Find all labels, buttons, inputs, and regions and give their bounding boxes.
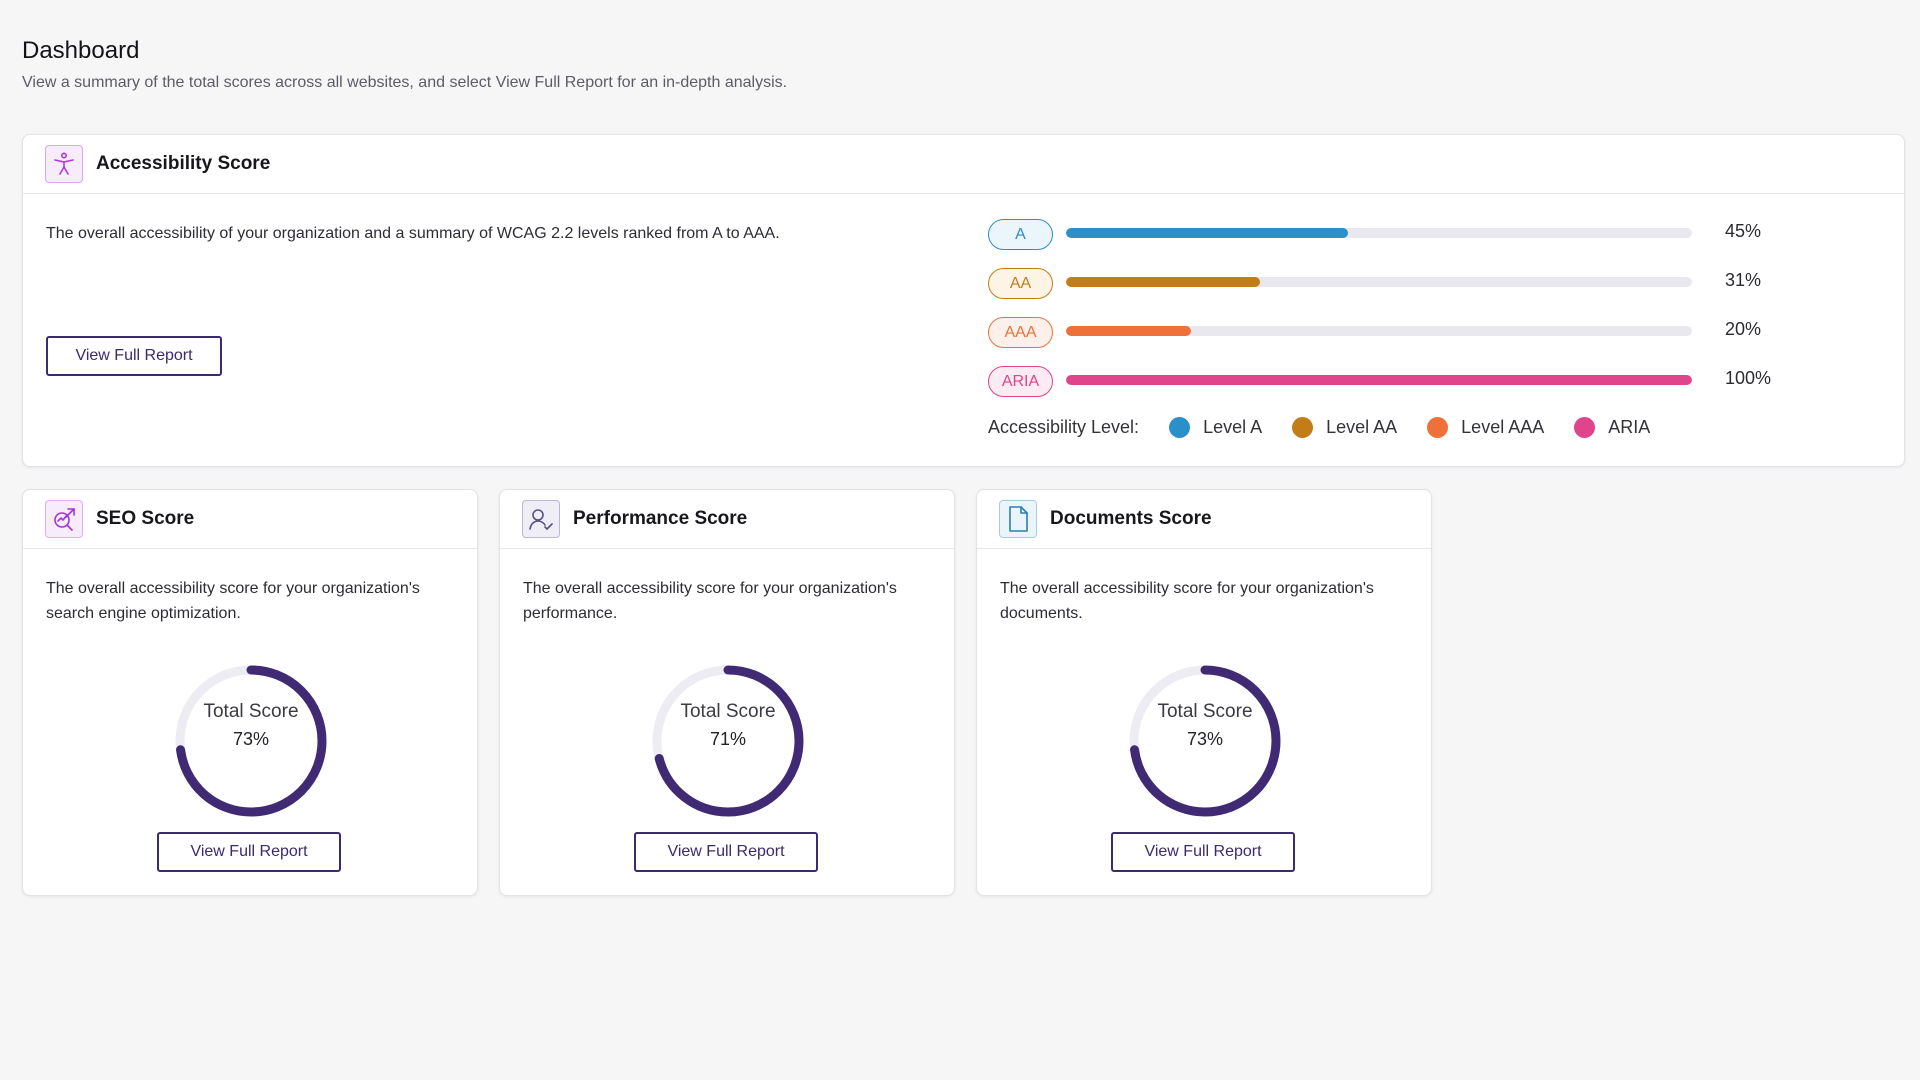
- legend-items: Level A Level AA Level AAA ARIA: [1169, 417, 1680, 438]
- score-card-description: The overall accessibility score for your…: [46, 580, 420, 622]
- view-full-report-button[interactable]: View Full Report: [634, 832, 818, 872]
- score-card-title: Performance Score: [573, 508, 748, 529]
- accessibility-person-icon: [45, 145, 83, 183]
- accessibility-description: The overall accessibility of your organi…: [46, 225, 780, 242]
- score-card-description: The overall accessibility score for your…: [523, 580, 897, 622]
- legend-dot: [1292, 417, 1314, 438]
- total-score-label: Total Score: [680, 701, 776, 722]
- accessibility-card-header: Accessibility Score: [23, 135, 1904, 194]
- level-pill: AA: [988, 268, 1053, 299]
- level-percent: 31%: [1725, 270, 1762, 290]
- score-card-header: Documents Score: [977, 490, 1431, 549]
- legend-item: Level AAA: [1427, 417, 1544, 438]
- level-bar-fill: [1066, 326, 1192, 336]
- page-subtitle: View a summary of the total scores acros…: [22, 74, 788, 91]
- legend-label: ARIA: [1608, 417, 1651, 437]
- legend-item: Level AA: [1292, 417, 1397, 438]
- dashboard-page: Dashboard View a summary of the total sc…: [0, 0, 1920, 1080]
- legend-label: Level AA: [1326, 417, 1398, 437]
- score-card-header: Performance Score: [500, 490, 954, 549]
- level-pill: ARIA: [988, 366, 1053, 397]
- level-bar-track: [1066, 228, 1692, 238]
- performance-user-icon: [522, 500, 560, 538]
- donut-center-label: Total Score 73%: [161, 701, 341, 750]
- total-score-label: Total Score: [203, 701, 299, 722]
- level-bar-track: [1066, 326, 1692, 336]
- view-full-report-button[interactable]: View Full Report: [1111, 832, 1295, 872]
- accessibility-level-bars: A 45% AA 31% AAA 20% ARIA 100%: [988, 219, 1788, 415]
- document-icon: [999, 500, 1037, 538]
- score-card: SEO Score The overall accessibility score…: [22, 489, 478, 896]
- level-bar-fill: [1066, 228, 1348, 238]
- legend-dot: [1574, 417, 1596, 438]
- legend-dot: [1427, 417, 1449, 438]
- total-score-label: Total Score: [1157, 701, 1253, 722]
- donut-center-label: Total Score 73%: [1115, 701, 1295, 750]
- legend-label: Level AAA: [1461, 417, 1545, 437]
- score-card-title: Documents Score: [1050, 508, 1212, 529]
- total-score-value: 71%: [709, 729, 747, 749]
- legend-label: Level A: [1203, 417, 1263, 437]
- legend-item: ARIA: [1574, 417, 1650, 438]
- score-card: Performance Score The overall accessibili…: [499, 489, 955, 896]
- legend-dot: [1169, 417, 1191, 438]
- level-percent: 45%: [1725, 221, 1762, 241]
- legend-title: Accessibility Level:: [988, 417, 1140, 437]
- level-bar-track: [1066, 375, 1692, 385]
- level-bar-track: [1066, 277, 1692, 287]
- level-percent: 100%: [1725, 368, 1772, 388]
- seo-search-trend-icon: [45, 500, 83, 538]
- score-card: Documents Score The overall accessibility…: [976, 489, 1432, 896]
- accessibility-bar-row: ARIA 100%: [988, 366, 1788, 415]
- accessibility-score-card: Accessibility Score The overall accessib…: [22, 134, 1905, 467]
- legend-item: Level A: [1169, 417, 1262, 438]
- page-title: Dashboard: [22, 37, 140, 64]
- level-bar-fill: [1066, 277, 1261, 287]
- level-bar-fill: [1066, 375, 1692, 385]
- level-percent: 20%: [1725, 319, 1762, 339]
- donut-center-label: Total Score 71%: [638, 701, 818, 750]
- accessibility-bar-row: AA 31%: [988, 268, 1788, 317]
- score-card-header: SEO Score: [23, 490, 477, 549]
- total-score-value: 73%: [232, 729, 270, 749]
- accessibility-bar-row: A 45%: [988, 219, 1788, 268]
- total-score-value: 73%: [1186, 729, 1224, 749]
- view-full-report-button[interactable]: View Full Report: [157, 832, 341, 872]
- score-card-title: SEO Score: [96, 508, 195, 529]
- score-card-description: The overall accessibility score for your…: [1000, 580, 1374, 622]
- level-pill: AAA: [988, 317, 1053, 348]
- accessibility-legend: Accessibility Level: Level A Level AA Leve…: [988, 417, 1680, 438]
- accessibility-view-full-report-button[interactable]: View Full Report: [46, 336, 222, 376]
- accessibility-card-title: Accessibility Score: [96, 153, 271, 174]
- accessibility-bar-row: AAA 20%: [988, 317, 1788, 366]
- level-pill: A: [988, 219, 1053, 250]
